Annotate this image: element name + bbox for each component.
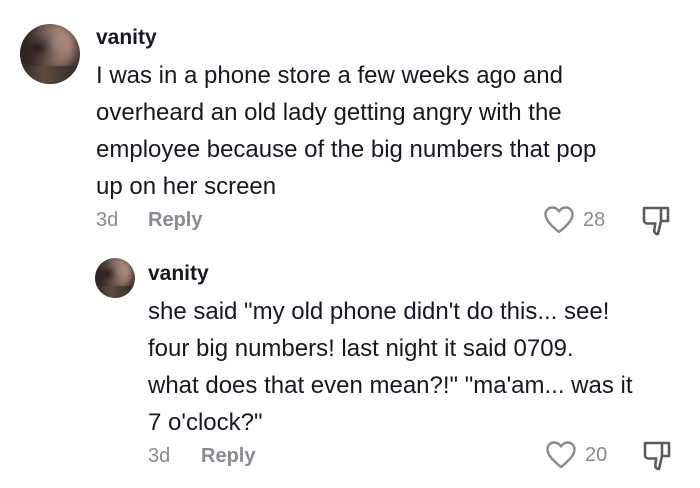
comment-text-line: overheard an old lady getting angry with… <box>96 99 562 126</box>
comment-text-line: what does that even mean?!" "ma'am... wa… <box>148 372 633 399</box>
comment-text: she said "my old phone didn't do this...… <box>148 293 633 441</box>
thumbs-down-icon <box>642 206 670 236</box>
heart-outline-icon <box>546 441 576 469</box>
reply-comment: vanity she said "my old phone didn't do … <box>0 250 700 488</box>
like-button[interactable]: 20 <box>545 440 607 470</box>
reply-button[interactable]: Reply <box>201 445 255 468</box>
dislike-button[interactable] <box>641 439 673 478</box>
dislike-button[interactable] <box>640 204 672 243</box>
comment-text-line: up on her screen <box>96 173 277 200</box>
reply-button[interactable]: Reply <box>148 209 202 232</box>
comment-text-line: four big numbers! last night it said 070… <box>148 335 574 362</box>
comment-text-line: she said "my old phone didn't do this...… <box>148 298 610 325</box>
comment-text-line: employee because of the big numbers that… <box>96 136 597 163</box>
user-avatar[interactable] <box>20 24 80 84</box>
like-count: 20 <box>585 443 608 466</box>
thumbs-down-icon <box>643 441 671 471</box>
comment-text: I was in a phone store a few weeks ago a… <box>96 57 596 205</box>
user-avatar[interactable] <box>95 258 135 298</box>
comment-text-line: 7 o'clock?" <box>148 409 263 436</box>
comment: vanity I was in a phone store a few week… <box>0 0 700 250</box>
comment-username[interactable]: vanity <box>148 262 209 286</box>
comment-timestamp: 3d <box>96 209 119 231</box>
comment-timestamp: 3d <box>148 445 171 467</box>
like-count: 28 <box>583 208 606 231</box>
like-button[interactable]: 28 <box>543 205 605 235</box>
comment-username[interactable]: vanity <box>96 26 157 50</box>
heart-outline-icon <box>544 206 574 234</box>
comment-text-line: I was in a phone store a few weeks ago a… <box>96 62 563 89</box>
